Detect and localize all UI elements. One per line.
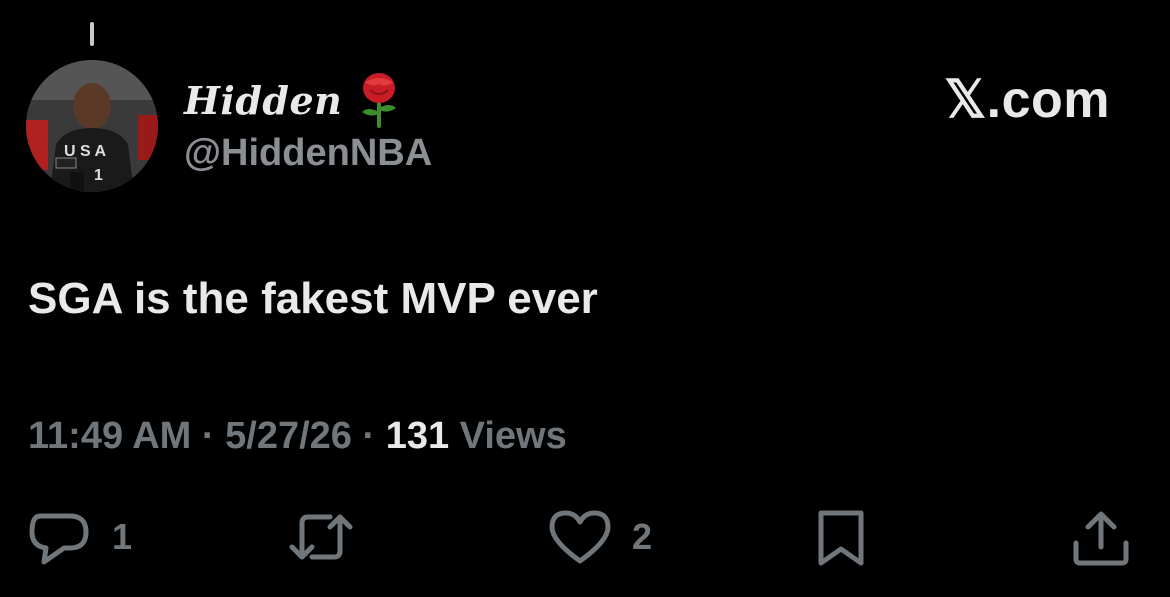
bookmark-button[interactable] xyxy=(815,505,887,569)
rose-icon xyxy=(362,73,397,128)
action-bar: 1 2 xyxy=(0,505,1170,569)
share-icon xyxy=(1073,511,1129,566)
like-count: 2 xyxy=(632,516,653,557)
thread-connector-line xyxy=(90,22,94,46)
avatar[interactable]: U S A 1 xyxy=(26,60,158,192)
tweet-time[interactable]: 11:49 AM xyxy=(28,415,191,457)
reply-button[interactable]: 1 xyxy=(28,505,132,569)
meta-separator: · xyxy=(191,415,226,457)
repost-icon xyxy=(289,514,353,560)
brand-logo: 𝕏.com xyxy=(944,71,1110,129)
svg-text:U S A: U S A xyxy=(64,143,107,160)
profile-photo: U S A 1 xyxy=(26,60,158,192)
views-count: 131 xyxy=(385,415,450,457)
share-button[interactable] xyxy=(1070,505,1152,569)
heart-icon xyxy=(549,510,611,564)
tweet-date[interactable]: 5/27/26 xyxy=(225,415,352,457)
tweet-meta: 11:49 AM · 5/27/26 · 131 Views xyxy=(28,415,567,458)
like-button[interactable]: 2 xyxy=(548,505,652,569)
author-name-row: Hidden xyxy=(184,72,402,128)
views-label: Views xyxy=(459,415,567,457)
repost-button[interactable] xyxy=(286,505,376,569)
author-display-name[interactable]: Hidden xyxy=(184,78,342,123)
reply-icon xyxy=(29,513,89,565)
tweet-text: SGA is the fakest MVP ever xyxy=(28,274,598,323)
meta-separator: · xyxy=(351,415,386,457)
author-handle[interactable]: @HiddenNBA xyxy=(184,132,432,175)
reply-count: 1 xyxy=(112,516,133,557)
bookmark-icon xyxy=(818,510,864,566)
svg-text:1: 1 xyxy=(94,167,103,184)
